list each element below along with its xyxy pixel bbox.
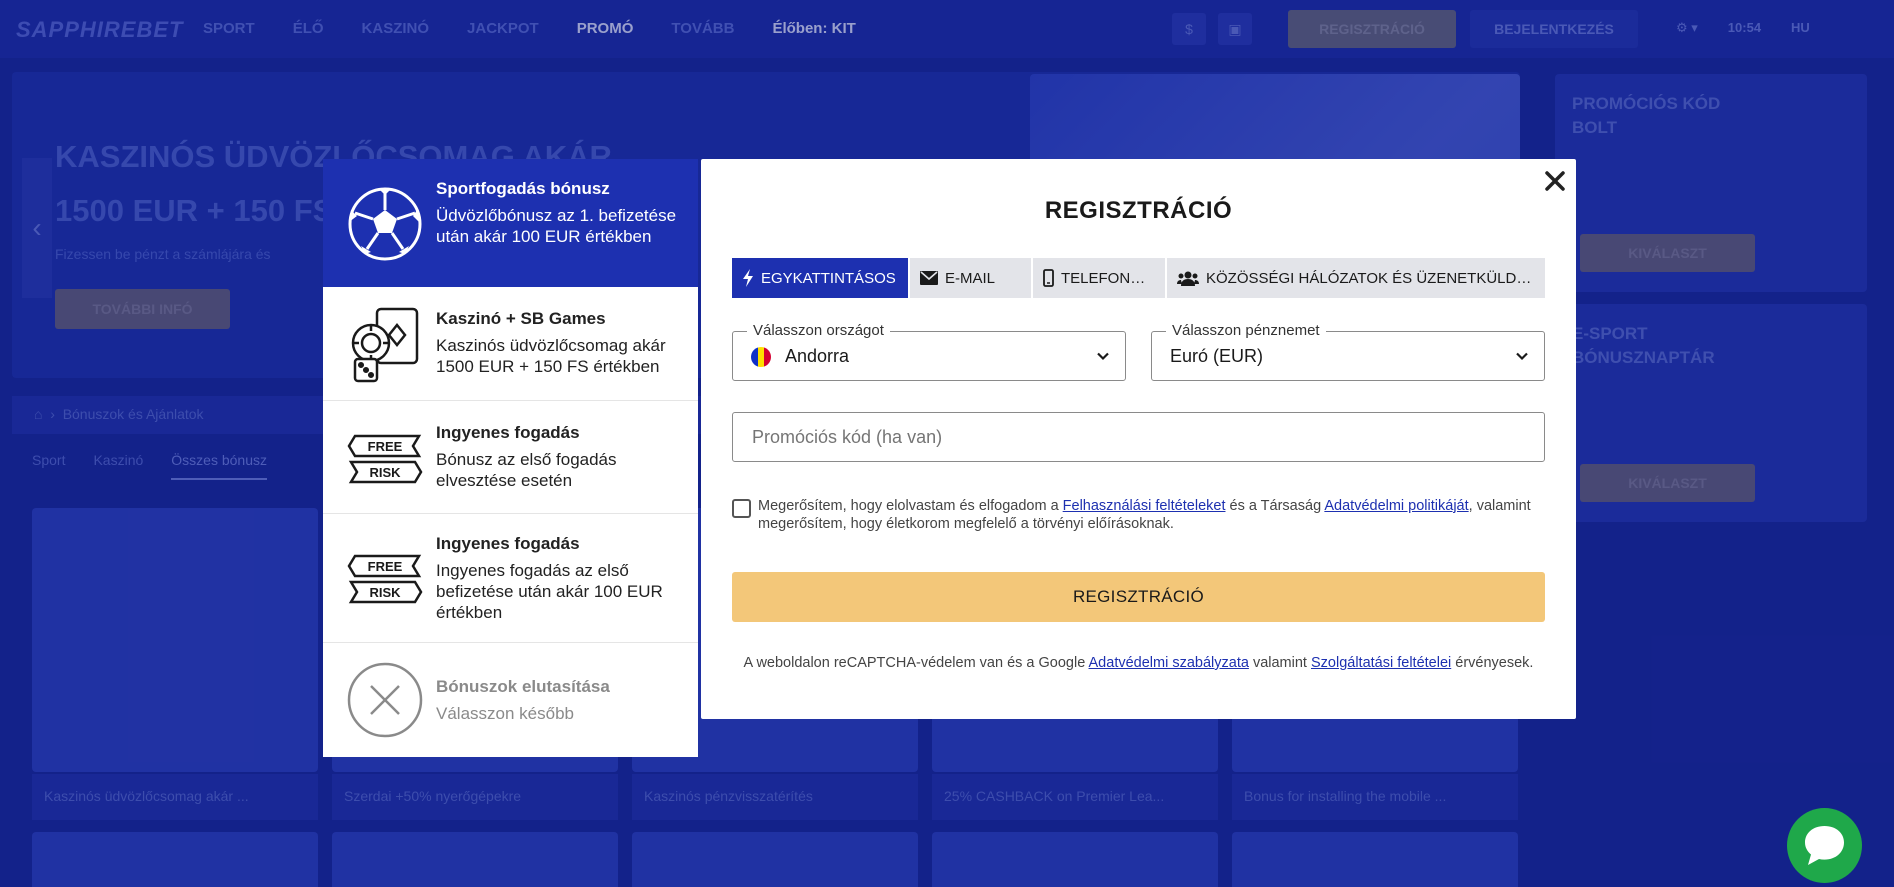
risk-label: RISK <box>369 585 401 600</box>
recaptcha-prefix: A weboldalon reCAPTCHA-védelem van és a … <box>743 655 1089 671</box>
phone-icon <box>1043 269 1054 287</box>
free-risk-icon: FREE RISK <box>347 434 423 489</box>
tab-email[interactable]: E-MAIL <box>910 258 1033 298</box>
country-label: Válasszon országot <box>747 322 890 339</box>
free-risk-icon: FREE RISK <box>347 554 423 609</box>
bonus-option-decline[interactable]: Bónuszok elutasítása Válasszon később <box>323 643 698 757</box>
chat-bubble-icon <box>1805 826 1844 865</box>
google-terms-link[interactable]: Szolgáltatási feltételei <box>1311 655 1451 671</box>
google-privacy-link[interactable]: Adatvédelmi szabályzata <box>1089 655 1249 671</box>
privacy-policy-link[interactable]: Adatvédelmi politikáját <box>1324 498 1468 514</box>
bonus-option-casino[interactable]: Kaszinó + SB Games Kaszinós üdvözlőcsoma… <box>323 287 698 401</box>
bonus-title: Bónuszok elutasítása <box>436 677 610 696</box>
bonus-option-free-bet-loss[interactable]: FREE RISK Ingyenes fogadás Bónusz az első… <box>323 401 698 514</box>
bonus-description: Kaszinós üdvözlőcsomag akár 1500 EUR + 1… <box>436 336 666 376</box>
chevron-down-icon <box>1095 348 1111 369</box>
free-label: FREE <box>368 439 403 454</box>
bonus-description: Üdvözlőbónusz az 1. befizetése után akár… <box>436 206 677 246</box>
country-select[interactable]: Válasszon országot Andorra <box>732 322 1126 381</box>
tab-label: TELEFONSZÁM <box>1061 269 1155 287</box>
register-button[interactable]: REGISZTRÁCIÓ <box>732 572 1545 622</box>
registration-method-tabs: EGYKATTINTÁSOS E-MAIL TELEFONSZÁM KÖZÖSS… <box>732 258 1545 298</box>
soccer-ball-icon <box>347 186 423 267</box>
currency-label: Válasszon pénznemet <box>1166 322 1326 339</box>
andorra-flag-icon <box>751 347 771 367</box>
risk-label: RISK <box>369 465 401 480</box>
chat-button[interactable] <box>1787 808 1862 883</box>
country-value: Andorra <box>785 346 850 366</box>
consent-checkbox[interactable] <box>732 499 751 518</box>
consent-prefix: Megerősítem, hogy elolvastam és elfogado… <box>758 498 1063 514</box>
decline-icon <box>347 662 423 743</box>
recaptcha-suffix: érvényesek. <box>1451 655 1534 671</box>
tab-label: E-MAIL <box>945 269 996 287</box>
tab-label: EGYKATTINTÁSOS <box>761 269 896 287</box>
tab-label: KÖZÖSSÉGI HÁLÓZATOK ÉS ÜZENETKÜLDŐK <box>1206 269 1535 287</box>
users-icon <box>1177 271 1199 286</box>
casino-chips-icon <box>347 307 423 388</box>
bonus-option-free-bet-deposit[interactable]: FREE RISK Ingyenes fogadás Ingyenes fogad… <box>323 514 698 643</box>
promo-code-input[interactable] <box>732 412 1545 462</box>
bonus-selection-panel: Sportfogadás bónusz Üdvözlőbónusz az 1. … <box>323 159 698 757</box>
tab-phone[interactable]: TELEFONSZÁM <box>1033 258 1167 298</box>
bonus-description: Ingyenes fogadás az első befizetése után… <box>436 561 663 622</box>
bonus-title: Ingyenes fogadás <box>436 534 580 553</box>
recaptcha-middle: valamint <box>1248 655 1311 671</box>
recaptcha-notice: A weboldalon reCAPTCHA-védelem van és a … <box>701 655 1576 671</box>
bonus-description: Bónusz az első fogadás elvesztése esetén <box>436 450 617 490</box>
free-label: FREE <box>368 559 403 574</box>
currency-select[interactable]: Válasszon pénznemet Euró (EUR) <box>1151 322 1545 381</box>
tab-one-click[interactable]: EGYKATTINTÁSOS <box>732 258 910 298</box>
modal-title: REGISZTRÁCIÓ <box>1044 197 1233 224</box>
bonus-title: Sportfogadás bónusz <box>436 179 610 198</box>
bonus-description: Válasszon később <box>436 704 574 723</box>
bonus-title: Kaszinó + SB Games <box>436 309 606 328</box>
chevron-down-icon <box>1514 348 1530 369</box>
bonus-option-sports[interactable]: Sportfogadás bónusz Üdvözlőbónusz az 1. … <box>323 159 698 287</box>
terms-link[interactable]: Felhasználási feltételeket <box>1063 498 1226 514</box>
envelope-icon <box>920 271 938 285</box>
consent-middle: és a Társaság <box>1225 498 1325 514</box>
consent-text: Megerősítem, hogy elolvastam és elfogado… <box>758 497 1550 533</box>
tab-social[interactable]: KÖZÖSSÉGI HÁLÓZATOK ÉS ÜZENETKÜLDŐK <box>1167 258 1545 298</box>
bonus-title: Ingyenes fogadás <box>436 423 580 442</box>
lightning-icon <box>743 269 753 287</box>
currency-value: Euró (EUR) <box>1170 346 1264 366</box>
close-icon[interactable] <box>1540 166 1570 196</box>
